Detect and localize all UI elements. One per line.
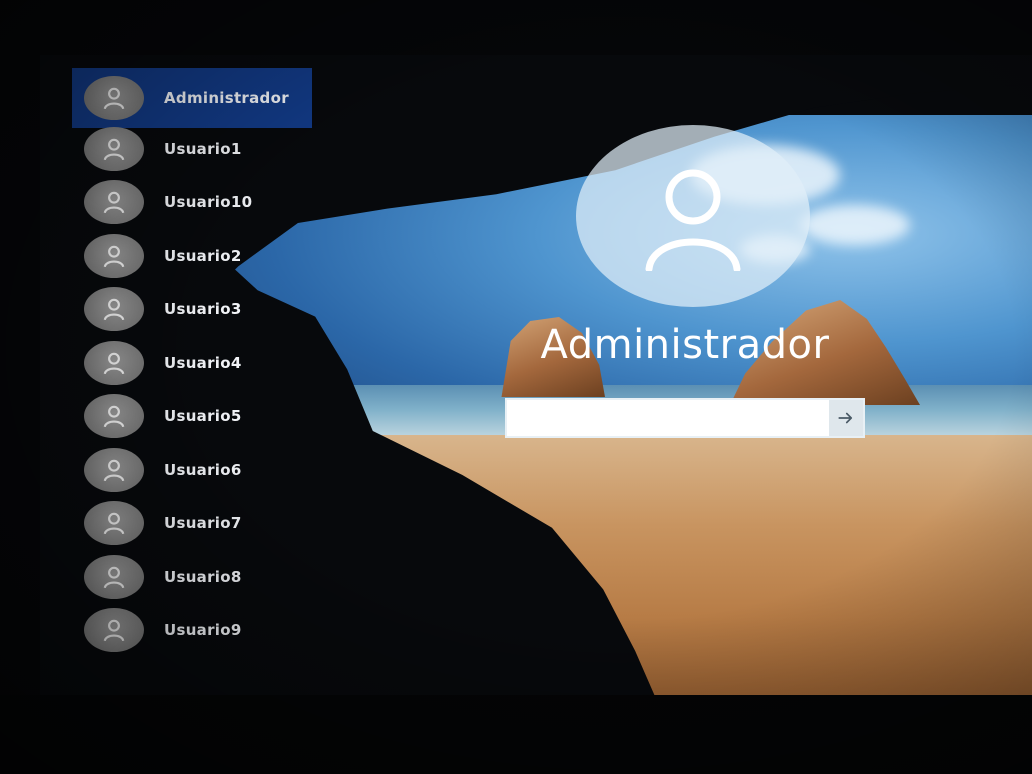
user-avatar-icon — [84, 126, 144, 171]
user-item-usuario6[interactable]: Usuario6 — [72, 443, 312, 497]
user-avatar-icon — [84, 340, 144, 385]
user-item-usuario8[interactable]: Usuario8 — [72, 550, 312, 604]
screen-bezel — [0, 695, 1032, 774]
user-item-label: Administrador — [164, 89, 289, 107]
user-item-usuario1[interactable]: Usuario1 — [72, 122, 312, 176]
user-item-label: Usuario1 — [164, 139, 242, 158]
user-list: Administrador Usuario1 Usuario10 Usuario… — [72, 68, 312, 657]
user-item-label: Usuario2 — [164, 246, 242, 265]
user-avatar-icon — [84, 501, 144, 546]
user-item-label: Usuario5 — [164, 407, 242, 426]
user-item-label: Usuario10 — [164, 193, 253, 212]
user-avatar-icon — [84, 233, 144, 278]
user-avatar-icon — [84, 76, 144, 120]
password-input[interactable] — [507, 400, 829, 436]
account-name: Administrador — [540, 322, 830, 368]
user-item-label: Usuario3 — [164, 300, 242, 319]
user-avatar-icon — [84, 394, 144, 439]
user-avatar-icon — [84, 608, 144, 653]
user-item-label: Usuario6 — [164, 460, 242, 479]
user-item-usuario3[interactable]: Usuario3 — [72, 283, 312, 337]
user-item-usuario7[interactable]: Usuario7 — [72, 497, 312, 551]
password-box — [505, 398, 865, 438]
user-item-usuario4[interactable]: Usuario4 — [72, 336, 312, 390]
user-avatar-icon — [84, 287, 144, 332]
account-avatar — [576, 125, 810, 307]
user-item-label: Usuario9 — [164, 621, 242, 640]
user-avatar-icon — [84, 180, 144, 225]
arrow-right-icon — [838, 412, 853, 424]
user-item-usuario5[interactable]: Usuario5 — [72, 390, 312, 444]
user-item-usuario2[interactable]: Usuario2 — [72, 229, 312, 283]
user-item-usuario9[interactable]: Usuario9 — [72, 604, 312, 658]
lock-screen: Administrador Usuario1 Usuario10 Usuario… — [0, 0, 1032, 774]
wallpaper-cloud — [800, 205, 910, 245]
user-item-label: Usuario8 — [164, 567, 242, 586]
user-item-label: Usuario4 — [164, 353, 242, 372]
user-item-administrador[interactable]: Administrador — [72, 68, 312, 128]
user-item-usuario10[interactable]: Usuario10 — [72, 176, 312, 230]
user-avatar-icon — [84, 447, 144, 492]
user-avatar-icon — [645, 169, 741, 271]
user-item-label: Usuario7 — [164, 514, 242, 533]
user-avatar-icon — [84, 554, 144, 599]
submit-button[interactable] — [829, 400, 863, 436]
